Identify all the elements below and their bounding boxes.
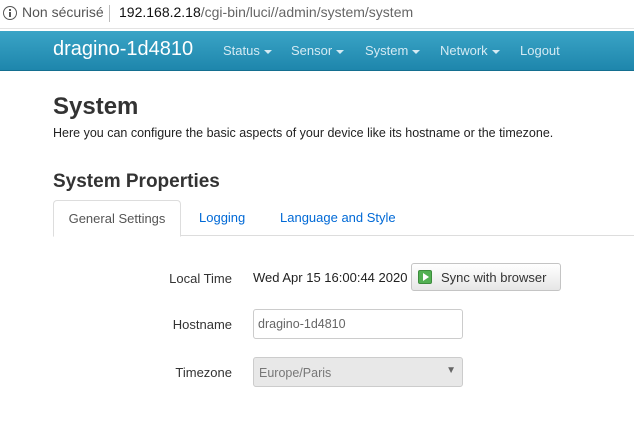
tab-general-settings[interactable]: General Settings: [53, 200, 181, 237]
nav-status[interactable]: Status: [223, 43, 272, 58]
settings-tabs: General Settings Logging Language and St…: [53, 200, 634, 237]
play-icon: [418, 270, 432, 284]
browser-address-bar[interactable]: Non sécurisé 192.168.2.18/cgi-bin/luci//…: [0, 0, 634, 29]
hostname-label: Hostname: [172, 317, 232, 332]
nav-system-label: System: [365, 43, 409, 58]
security-label[interactable]: Non sécurisé: [22, 4, 104, 20]
caret-down-icon: [491, 49, 500, 54]
sync-with-browser-button[interactable]: Sync with browser: [411, 263, 561, 291]
section-title: System Properties: [53, 171, 220, 192]
top-navbar: dragino-1d4810 Status Sensor System Netw…: [0, 31, 634, 71]
nav-sensor-label: Sensor: [291, 43, 333, 58]
sync-button-label: Sync with browser: [441, 270, 547, 285]
brand-hostname[interactable]: dragino-1d4810: [53, 38, 193, 61]
address-separator: [109, 5, 110, 22]
local-time-value: Wed Apr 15 16:00:44 2020: [253, 270, 408, 285]
timezone-selected-value: Europe/Paris: [259, 366, 332, 380]
url-path: /cgi-bin/luci//admin/system/system: [200, 4, 414, 20]
tab-logging[interactable]: Logging: [199, 200, 245, 236]
page-description: Here you can configure the basic aspects…: [53, 126, 554, 140]
timezone-select[interactable]: Europe/Paris ▼: [253, 357, 463, 387]
local-time-label: Local Time: [169, 271, 232, 286]
nav-system[interactable]: System: [365, 43, 421, 58]
info-icon[interactable]: [3, 6, 17, 20]
timezone-label: Timezone: [175, 365, 232, 380]
url-host: 192.168.2.18: [119, 4, 201, 20]
nav-logout[interactable]: Logout: [520, 43, 560, 58]
nav-status-label: Status: [223, 43, 260, 58]
nav-sensor[interactable]: Sensor: [291, 43, 345, 58]
tab-language-and-style[interactable]: Language and Style: [280, 200, 396, 236]
nav-network[interactable]: Network: [440, 43, 500, 58]
page-title: System: [53, 93, 139, 120]
caret-down-icon: [336, 49, 345, 54]
caret-down-icon: [263, 49, 272, 54]
caret-down-icon: [412, 49, 421, 54]
url-text[interactable]: 192.168.2.18/cgi-bin/luci//admin/system/…: [119, 4, 413, 20]
select-arrow-icon: ▼: [446, 365, 456, 376]
nav-network-label: Network: [440, 43, 488, 58]
hostname-input[interactable]: [253, 309, 463, 339]
